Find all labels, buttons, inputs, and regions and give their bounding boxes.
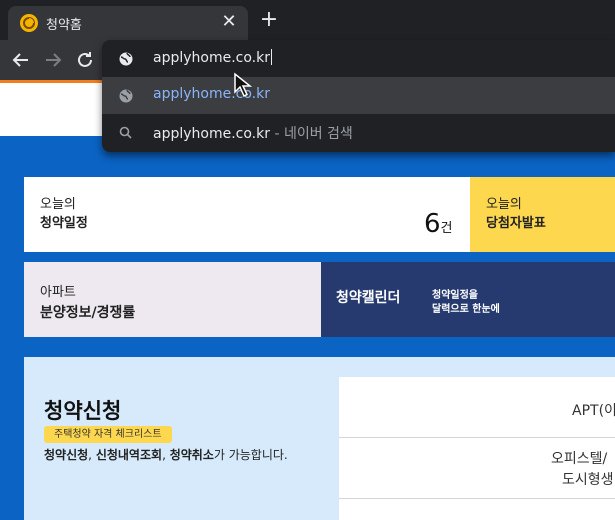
checklist-badge[interactable]: 주택청약 자격 체크리스트 [44, 426, 172, 443]
apply-description: 청약신청, 신청내역조회, 청약취소가 가능합니다. [44, 448, 288, 462]
header-accent-line [0, 80, 106, 83]
today-schedule-card[interactable] [24, 177, 470, 252]
new-tab-button[interactable]: + [258, 9, 280, 32]
apt-info-label: 아파트 [40, 285, 76, 300]
apply-title: 청약신청 [44, 399, 122, 423]
today-winner-label: 오늘의 [486, 197, 522, 212]
suggestion-search-text: applyhome.co.kr - 네이버 검색 [153, 126, 353, 142]
calendar-desc-line2: 달력으로 한눈에 [432, 304, 500, 315]
forward-arrow-icon[interactable] [41, 48, 65, 72]
table-cell-officetel[interactable]: 오피스텔/ [551, 448, 607, 468]
search-icon [118, 125, 134, 141]
tab-strip: 청약홈 ✕ + [0, 0, 615, 40]
reload-icon[interactable] [73, 48, 97, 72]
globe-icon [118, 88, 134, 104]
calendar-desc-line1: 청약일정을 [432, 290, 478, 301]
omnibox-suggestion-search[interactable]: applyhome.co.kr - 네이버 검색 [102, 114, 615, 151]
table-divider [339, 498, 615, 499]
omnibox-dropdown: applyhome.co.kr applyhome.co.kr applyhom… [102, 40, 615, 152]
text-caret [271, 49, 272, 65]
mouse-pointer-icon [233, 72, 255, 102]
today-schedule-label: 오늘의 [40, 197, 76, 212]
omnibox-input[interactable]: applyhome.co.kr [153, 49, 272, 66]
table-cell-apt[interactable]: APT(이 [572, 400, 615, 420]
omnibox-input-row[interactable]: applyhome.co.kr [102, 40, 615, 77]
calendar-title: 청약캘린더 [336, 290, 401, 306]
apt-info-title: 분양정보/경쟁률 [40, 305, 136, 321]
tab-title: 청약홈 [46, 18, 82, 33]
applyhome-logo-icon [20, 14, 38, 32]
today-schedule-title: 청약일정 [40, 216, 88, 231]
today-schedule-count: 6건 [424, 209, 453, 239]
back-arrow-icon[interactable] [9, 48, 33, 72]
omnibox-suggestion-url[interactable]: applyhome.co.kr [102, 77, 615, 114]
tab-applyhome[interactable]: 청약홈 ✕ [8, 6, 248, 40]
globe-icon [118, 51, 134, 67]
today-winner-title: 당첨자발표 [486, 216, 546, 231]
table-divider [339, 437, 615, 438]
table-cell-urban-housing[interactable]: 도시형생 [562, 469, 614, 489]
tab-close-icon[interactable]: ✕ [218, 11, 240, 33]
